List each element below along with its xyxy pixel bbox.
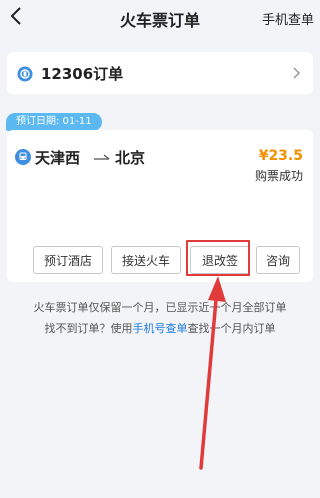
train-pickup-button[interactable]: 接送火车 <box>111 246 181 274</box>
train-order-card[interactable]: 天津西 北京 ¥23.5 购票成功 预订酒店 接送火车 退改签 咨询 <box>7 130 313 282</box>
notice-line-2-suffix: 查找一个月内订单 <box>187 322 276 335</box>
departure-station: 天津西 <box>35 149 81 167</box>
notice-line-1: 火车票订单仅保留一个月，已显示近一个月全部订单 <box>33 301 287 314</box>
refund-highlight-box <box>186 240 250 276</box>
order-status: 购票成功 <box>254 169 303 183</box>
notice-line-2: 找不到订单？使用手机号查单查找一个月内订单 <box>0 320 320 336</box>
book-hotel-button[interactable]: 预订酒店 <box>33 246 103 274</box>
12306-order-entry[interactable]: 12306订单 <box>7 52 313 94</box>
booking-date-tag: 预订日期: 01-11 <box>6 113 102 131</box>
consult-button[interactable]: 咨询 <box>256 246 300 274</box>
notice-line-2-prefix: 找不到订单？使用 <box>44 322 133 335</box>
12306-logo-icon <box>17 66 33 82</box>
header-bar: 火车票订单 手机查单 <box>0 0 320 34</box>
phone-lookup-link[interactable]: 手机查单 <box>262 9 314 28</box>
train-icon <box>15 149 31 165</box>
ticket-price: ¥23.5 <box>258 148 303 164</box>
arrival-station: 北京 <box>115 149 146 167</box>
12306-order-label: 12306订单 <box>41 65 124 83</box>
route-arrow-icon <box>94 154 110 160</box>
chevron-right-icon <box>293 67 301 79</box>
phone-lookup-inline-link[interactable]: 手机号查单 <box>133 322 188 335</box>
